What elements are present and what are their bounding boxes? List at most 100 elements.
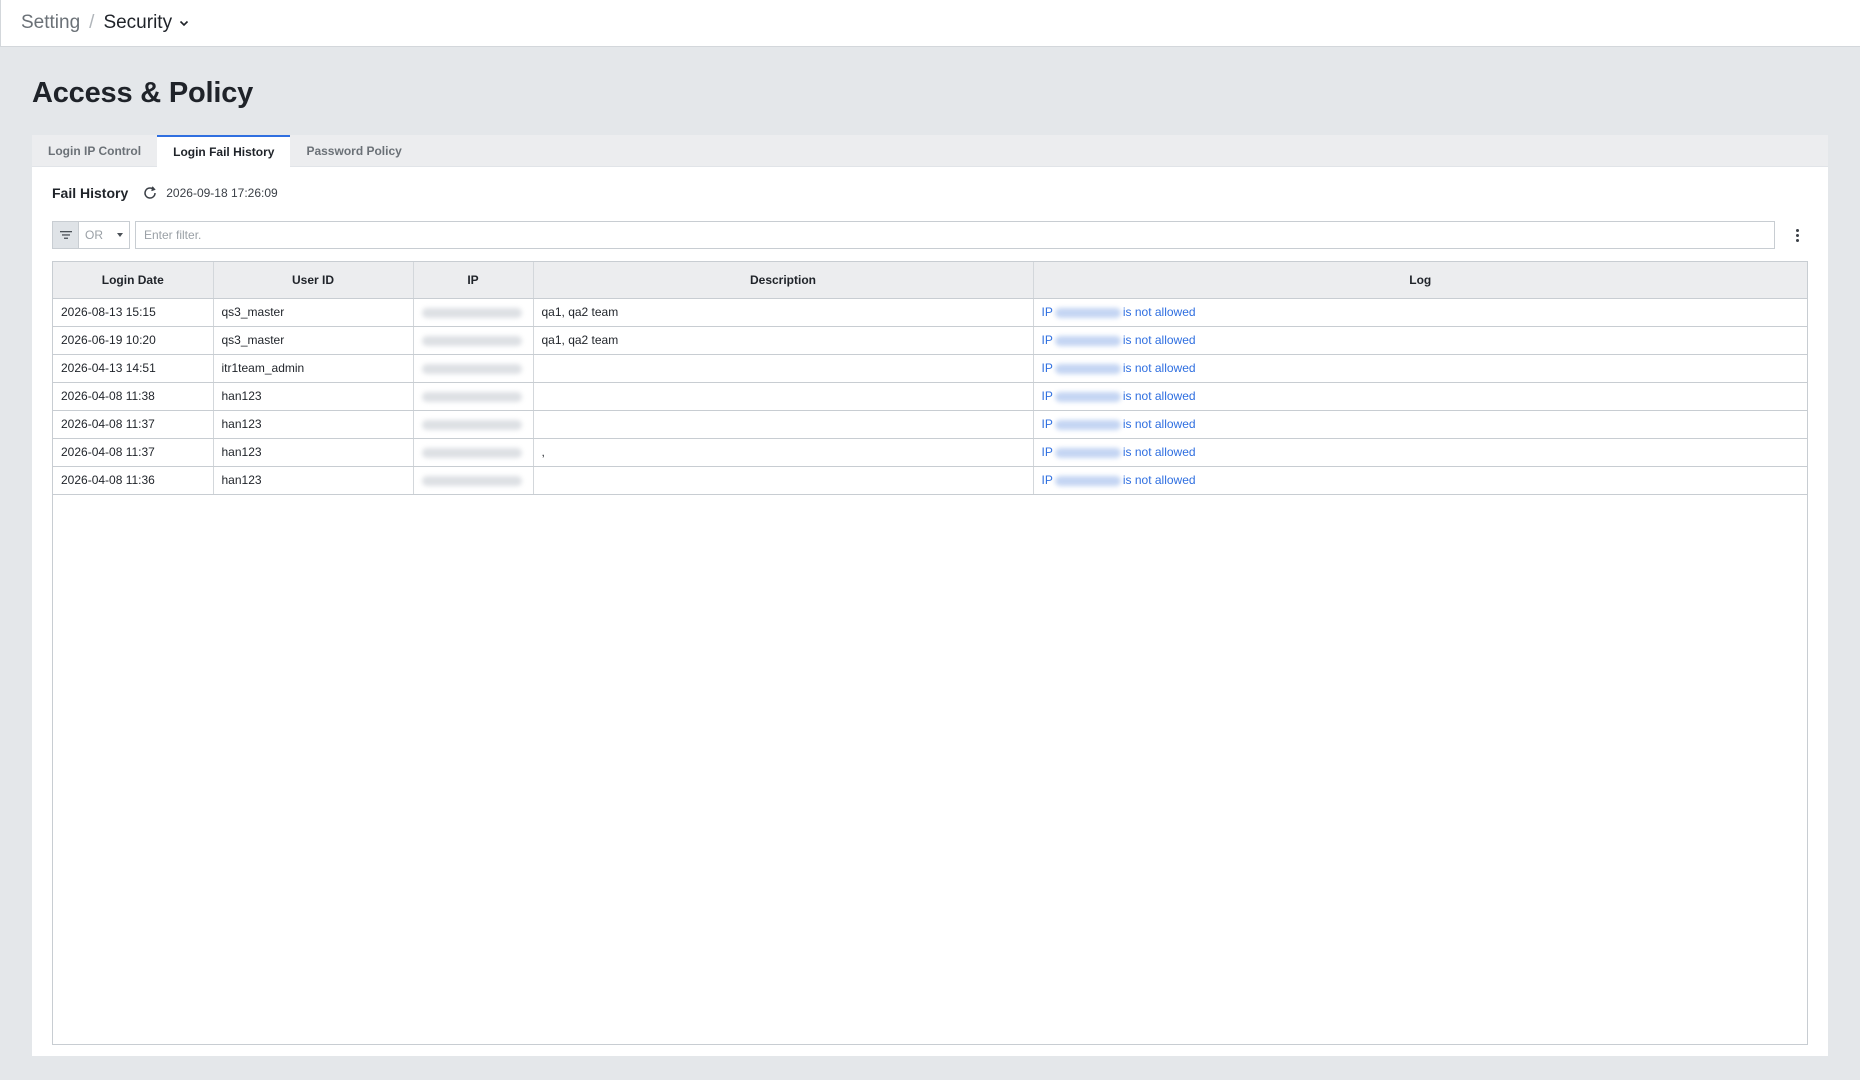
log-suffix: is not allowed: [1122, 473, 1196, 487]
table-row[interactable]: 2026-06-19 10:20 qs3_master qa1, qa2 team I…: [53, 326, 1807, 355]
log-link[interactable]: IP is not allowed: [1042, 445, 1196, 459]
cell-ip: [413, 354, 534, 383]
more-options-icon[interactable]: [1789, 225, 1805, 245]
log-prefix: IP: [1041, 417, 1053, 431]
redacted-log-ip: [1054, 391, 1121, 402]
fail-history-table: Login Date User ID IP Description Log 20…: [52, 261, 1808, 1045]
cell-log: IP is not allowed: [1033, 298, 1807, 327]
log-suffix: is not allowed: [1122, 361, 1196, 375]
log-link[interactable]: IP is not allowed: [1042, 305, 1196, 319]
cell-log: IP is not allowed: [1033, 466, 1807, 495]
redacted-log-ip: [1054, 363, 1121, 374]
breadcrumb-separator: /: [89, 12, 95, 33]
log-link[interactable]: IP is not allowed: [1042, 417, 1196, 431]
cell-user-id: han123: [213, 466, 414, 495]
column-header-login-date[interactable]: Login Date: [53, 262, 214, 299]
breadcrumb-setting[interactable]: Setting: [21, 12, 80, 34]
cell-description: ,: [533, 438, 1034, 467]
cell-login-date: 2026-06-19 10:20: [53, 326, 214, 355]
cell-log: IP is not allowed: [1033, 410, 1807, 439]
cell-login-date: 2026-04-08 11:38: [53, 382, 214, 411]
cell-login-date: 2026-04-08 11:37: [53, 438, 214, 467]
filter-operator-select[interactable]: OR: [78, 221, 130, 249]
redacted-log-ip: [1054, 447, 1121, 458]
redacted-log-ip: [1054, 475, 1121, 486]
tab-login-ip-control[interactable]: Login IP Control: [32, 135, 157, 166]
cell-log: IP is not allowed: [1033, 326, 1807, 355]
cell-user-id: itr1team_admin: [213, 354, 414, 383]
table-row[interactable]: 2026-04-13 14:51 itr1team_admin IP is not a…: [53, 354, 1807, 383]
tab-login-fail-history[interactable]: Login Fail History: [157, 135, 291, 167]
redacted-log-ip: [1054, 419, 1121, 430]
cell-login-date: 2026-04-08 11:36: [53, 466, 214, 495]
redacted-ip: [421, 391, 522, 402]
filter-operator-value: OR: [85, 228, 103, 242]
log-link[interactable]: IP is not allowed: [1042, 333, 1196, 347]
cell-log: IP is not allowed: [1033, 382, 1807, 411]
log-link[interactable]: IP is not allowed: [1042, 361, 1196, 375]
redacted-ip: [421, 475, 522, 486]
cell-ip: [413, 326, 534, 355]
tab-password-policy[interactable]: Password Policy: [290, 135, 417, 166]
redacted-ip: [421, 335, 522, 346]
last-updated-timestamp: 2026-09-18 17:26:09: [166, 186, 278, 200]
breadcrumb-security-label: Security: [103, 12, 173, 33]
table-row[interactable]: 2026-08-13 15:15 qs3_master qa1, qa2 team I…: [53, 298, 1807, 327]
log-suffix: is not allowed: [1122, 305, 1196, 319]
cell-log: IP is not allowed: [1033, 354, 1807, 383]
cell-log: IP is not allowed: [1033, 438, 1807, 467]
redacted-ip: [421, 307, 522, 318]
log-link[interactable]: IP is not allowed: [1042, 389, 1196, 403]
cell-user-id: han123: [213, 410, 414, 439]
tab-bar: Login IP Control Login Fail History Pass…: [32, 135, 1828, 167]
top-bar: Setting / Security: [0, 0, 1860, 47]
filter-input[interactable]: [135, 221, 1775, 249]
log-link[interactable]: IP is not allowed: [1042, 473, 1196, 487]
log-prefix: IP: [1041, 389, 1053, 403]
cell-description: [533, 354, 1034, 383]
cell-login-date: 2026-04-13 14:51: [53, 354, 214, 383]
log-prefix: IP: [1041, 473, 1053, 487]
column-header-ip[interactable]: IP: [413, 262, 534, 299]
section-title: Fail History: [52, 185, 129, 201]
column-header-description[interactable]: Description: [533, 262, 1034, 299]
cell-ip: [413, 466, 534, 495]
log-prefix: IP: [1041, 445, 1053, 459]
redacted-ip: [421, 363, 522, 374]
table-row[interactable]: 2026-04-08 11:36 han123 IP is not allowed: [53, 466, 1807, 495]
content-panel: Login IP Control Login Fail History Pass…: [32, 135, 1828, 1056]
log-suffix: is not allowed: [1122, 445, 1196, 459]
redacted-log-ip: [1054, 335, 1121, 346]
section-header: Fail History 2026-09-18 17:26:09: [52, 185, 278, 201]
cell-ip: [413, 410, 534, 439]
cell-ip: [413, 382, 534, 411]
cell-user-id: qs3_master: [213, 326, 414, 355]
table-row[interactable]: 2026-04-08 11:37 han123 IP is not allowed: [53, 410, 1807, 439]
cell-login-date: 2026-04-08 11:37: [53, 410, 214, 439]
filter-button[interactable]: [52, 221, 78, 249]
redacted-ip: [421, 447, 522, 458]
cell-description: [533, 410, 1034, 439]
filter-icon: [59, 231, 72, 239]
refresh-icon[interactable]: [142, 185, 158, 201]
cell-description: qa1, qa2 team: [533, 326, 1034, 355]
table-row[interactable]: 2026-04-08 11:37 han123, IP is not allowed: [53, 438, 1807, 467]
cell-description: [533, 466, 1034, 495]
cell-user-id: qs3_master: [213, 298, 414, 327]
cell-ip: [413, 298, 534, 327]
filter-bar: OR: [52, 221, 1808, 249]
log-prefix: IP: [1041, 333, 1053, 347]
redacted-log-ip: [1054, 307, 1121, 318]
log-prefix: IP: [1041, 361, 1053, 375]
cell-login-date: 2026-08-13 15:15: [53, 298, 214, 327]
redacted-ip: [421, 419, 522, 430]
cell-ip: [413, 438, 534, 467]
breadcrumb-security-dropdown[interactable]: Security: [103, 12, 190, 34]
column-header-log[interactable]: Log: [1033, 262, 1807, 299]
column-header-user-id[interactable]: User ID: [213, 262, 414, 299]
log-suffix: is not allowed: [1122, 333, 1196, 347]
cell-description: qa1, qa2 team: [533, 298, 1034, 327]
caret-down-icon: [117, 233, 123, 237]
cell-user-id: han123: [213, 382, 414, 411]
table-row[interactable]: 2026-04-08 11:38 han123 IP is not allowed: [53, 382, 1807, 411]
